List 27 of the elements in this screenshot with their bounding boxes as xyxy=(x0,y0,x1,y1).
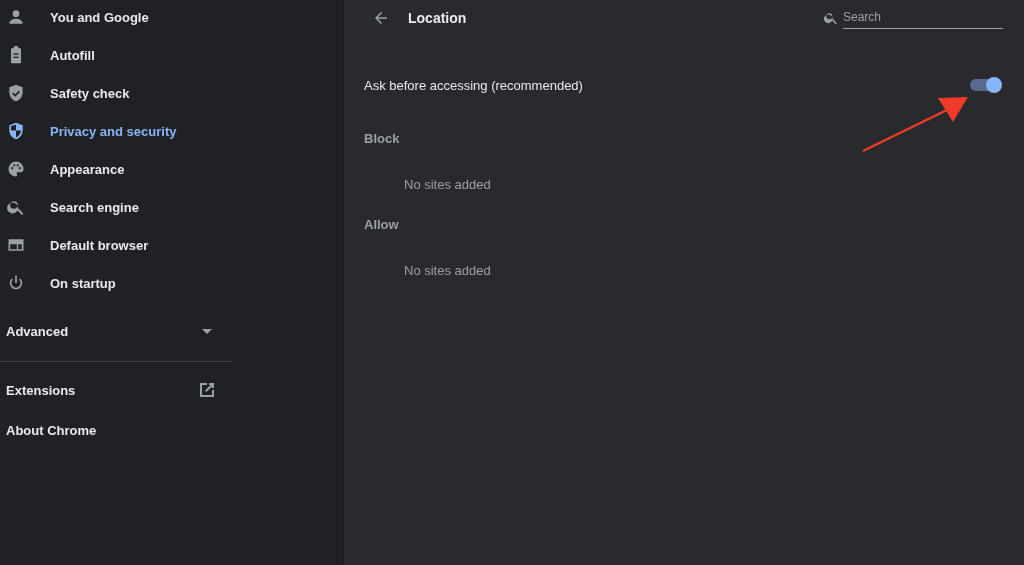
shield-check-icon xyxy=(6,83,26,103)
empty-message: No sites added xyxy=(403,176,492,194)
sidebar-item[interactable]: Safety check xyxy=(0,73,232,113)
caret-icon xyxy=(202,328,212,334)
empty-message: No sites added xyxy=(403,262,492,280)
sidebar-link[interactable]: Extensions xyxy=(6,382,76,398)
section-heading: Allow xyxy=(364,216,400,234)
section-heading: Block xyxy=(364,130,401,148)
sidebar-item[interactable]: Appearance xyxy=(0,149,232,189)
sidebar-item[interactable]: Search engine xyxy=(0,187,232,227)
toggle-switch[interactable] xyxy=(970,79,1000,91)
shield-icon xyxy=(6,121,26,141)
person-icon xyxy=(6,7,26,27)
sidebar-link[interactable]: About Chrome xyxy=(6,422,97,438)
page-title: Location xyxy=(408,10,467,26)
sidebar-item[interactable]: Privacy and security xyxy=(0,111,232,151)
sidebar-item[interactable]: You and Google xyxy=(0,0,232,37)
palette-icon xyxy=(6,159,26,179)
search-field[interactable]: Search xyxy=(843,7,1003,29)
external-link-icon[interactable] xyxy=(198,381,216,399)
advanced-label: Advanced xyxy=(6,323,69,339)
search-icon xyxy=(823,10,839,26)
sidebar-item[interactable]: Autofill xyxy=(0,35,232,75)
advanced-section[interactable]: Advanced xyxy=(0,311,232,351)
sidebar-item[interactable]: Default browser xyxy=(0,225,232,265)
setting-label: Ask before accessing (recommended) xyxy=(364,77,583,93)
sidebar-item[interactable]: On startup xyxy=(0,263,232,303)
